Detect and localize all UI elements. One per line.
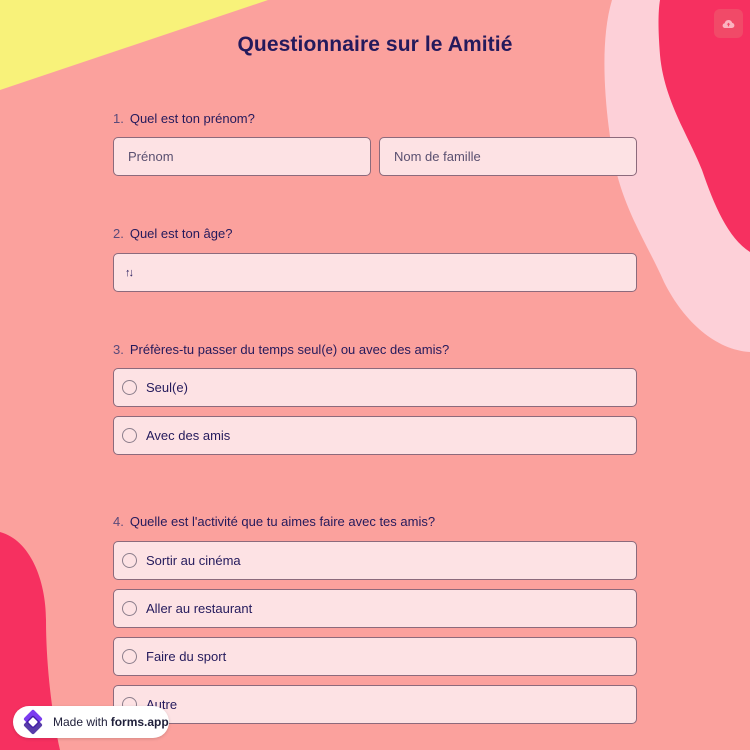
question-text: Quel est ton prénom? xyxy=(129,111,255,126)
forms-app-logo-icon xyxy=(23,709,43,735)
form-title: Questionnaire sur le Amitié xyxy=(237,33,513,56)
question-number: 2. xyxy=(113,226,124,241)
question-text: Quelle est l'activité que tu aimes faire… xyxy=(129,514,436,529)
question-number: 1. xyxy=(113,111,124,126)
option-label: Aller au restaurant xyxy=(146,601,253,616)
option-label: Avec des amis xyxy=(146,428,231,443)
option-label: Seul(e) xyxy=(146,380,188,395)
question-3-label: 3. Préfères-tu passer du temps seul(e) ou… xyxy=(113,342,449,357)
radio-button[interactable] xyxy=(122,649,137,664)
made-with-forms-app-badge[interactable]: Made with forms.app xyxy=(13,706,169,738)
form-page: Questionnaire sur le Amitié 1. Quel est t… xyxy=(0,0,750,750)
last-name-placeholder: Nom de famille xyxy=(394,149,481,164)
brand-name: forms.app xyxy=(110,715,169,729)
question-2-label: 2. Quel est ton âge? xyxy=(113,226,232,241)
question-text: Préfères-tu passer du temps seul(e) ou a… xyxy=(129,342,450,357)
question-4-label: 4. Quelle est l'activité que tu aimes fai… xyxy=(113,514,435,529)
question-number: 3. xyxy=(113,342,124,357)
radio-button[interactable] xyxy=(122,601,137,616)
radio-button[interactable] xyxy=(122,428,137,443)
option-faire-du-sport[interactable]: Faire du sport xyxy=(113,637,637,676)
first-name-placeholder: Prénom xyxy=(128,149,174,164)
radio-button[interactable] xyxy=(122,553,137,568)
number-stepper-icon: ↑↓ xyxy=(125,266,134,279)
option-label: Faire du sport xyxy=(146,649,227,664)
last-name-field[interactable]: Nom de famille xyxy=(379,137,637,176)
option-aller-au-restaurant[interactable]: Aller au restaurant xyxy=(113,589,637,628)
first-name-field[interactable]: Prénom xyxy=(113,137,371,176)
radio-button[interactable] xyxy=(122,380,137,395)
made-with-text: Made with xyxy=(53,715,108,729)
age-number-input[interactable]: ↑↓ xyxy=(113,253,637,292)
option-sortir-au-cinema[interactable]: Sortir au cinéma xyxy=(113,541,637,580)
question-1-label: 1. Quel est ton prénom? xyxy=(113,111,255,126)
option-autre[interactable]: Autre xyxy=(113,685,637,724)
option-seul[interactable]: Seul(e) xyxy=(113,368,637,407)
question-text: Quel est ton âge? xyxy=(129,226,233,241)
question-number: 4. xyxy=(113,514,124,529)
option-avec-des-amis[interactable]: Avec des amis xyxy=(113,416,637,455)
option-label: Sortir au cinéma xyxy=(146,553,241,568)
cloud-upload-icon xyxy=(722,19,735,28)
